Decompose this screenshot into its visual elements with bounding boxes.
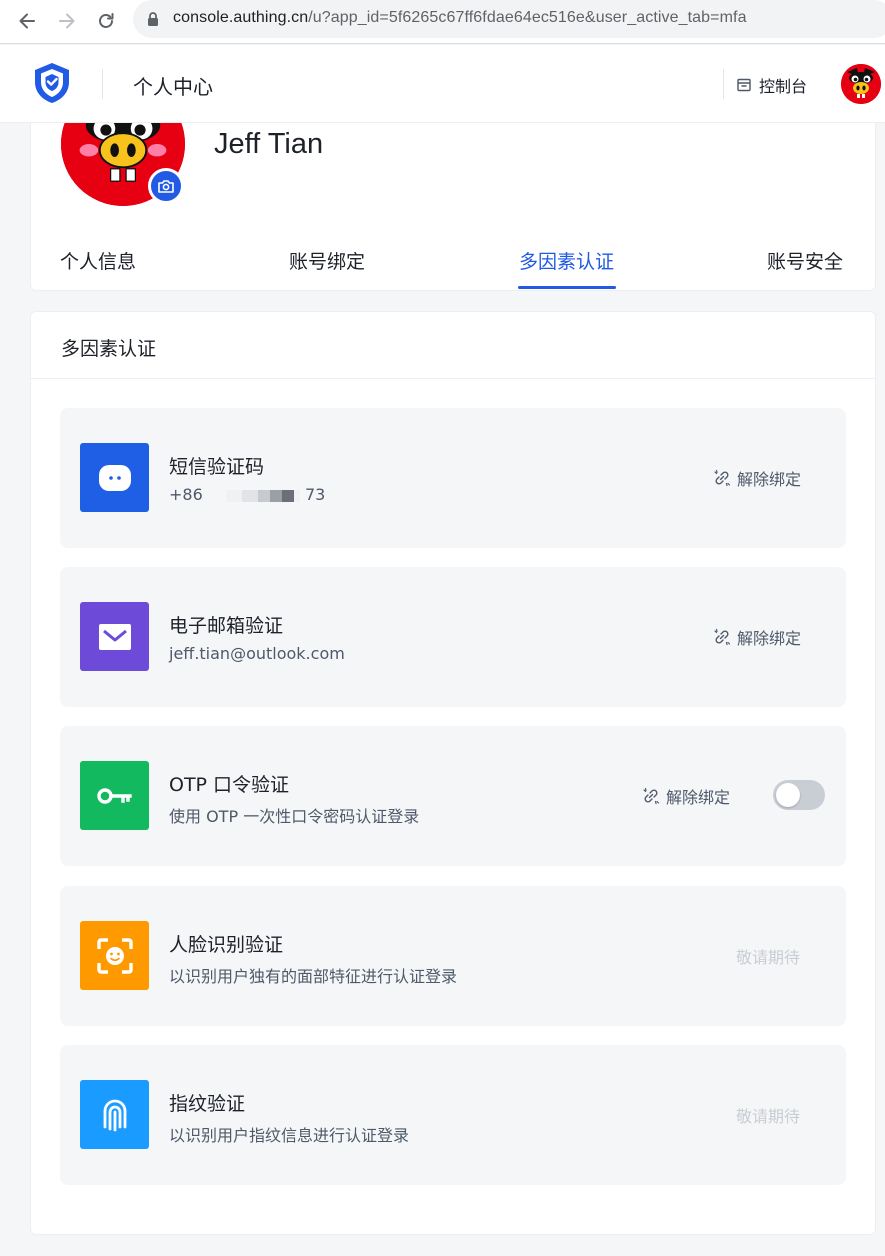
method-title: 人脸识别验证 [169, 934, 284, 956]
url-path: /u?app_id=5f6265c67ff6fdae64ec516e&user_… [308, 9, 747, 26]
masked-digits [225, 489, 242, 502]
console-icon [737, 78, 751, 92]
panel-divider [31, 378, 875, 379]
unbind-label: 解除绑定 [666, 788, 731, 807]
forward-button[interactable] [54, 8, 80, 34]
reload-icon [99, 13, 114, 28]
page-title: 个人中心 [133, 75, 213, 99]
method-title: 指纹验证 [169, 1093, 246, 1115]
masked-digits [293, 489, 300, 502]
method-desc: 以识别用户独有的面部特征进行认证登录 [169, 967, 458, 986]
tab-mfa[interactable]: 多因素认证 [519, 247, 614, 274]
user-name: Jeff Tian [214, 128, 324, 160]
method-desc: 使用 OTP 一次性口令密码认证登录 [169, 807, 420, 826]
coming-soon-label: 敬请期待 [736, 1107, 801, 1126]
header-divider [102, 69, 103, 99]
method-title: 电子邮箱验证 [169, 615, 284, 637]
phone-suffix: 73 [304, 485, 326, 504]
lock-icon [146, 11, 160, 31]
masked-digits [241, 489, 258, 502]
arrow-left-icon [19, 13, 35, 29]
method-title: OTP 口令验证 [169, 774, 290, 796]
unbind-button[interactable]: 解除绑定 [642, 784, 730, 808]
url-text: console.authing.cn/u?app_id=5f6265c67ff6… [173, 9, 747, 27]
user-avatar[interactable] [841, 64, 881, 104]
panel-title: 多因素认证 [61, 338, 157, 360]
mfa-method-email: 电子邮箱验证 jeff.tian@outlook.com 解除绑定 [60, 567, 846, 707]
unlink-icon [714, 628, 731, 646]
pig-avatar-icon [841, 64, 881, 104]
tab-personal-info[interactable]: 个人信息 [60, 247, 136, 274]
app-header: 个人中心 控制台 [0, 45, 885, 123]
url-domain: console.authing.cn [173, 9, 309, 26]
back-button[interactable] [14, 8, 40, 34]
browser-toolbar: console.authing.cn/u?app_id=5f6265c67ff6… [0, 0, 885, 44]
fingerprint-icon [80, 1080, 149, 1149]
phone-prefix: +86 [169, 485, 203, 504]
unbind-button[interactable]: 解除绑定 [713, 466, 801, 490]
masked-digits [269, 489, 282, 502]
change-avatar-button[interactable] [148, 168, 184, 204]
coming-soon-label: 敬请期待 [736, 948, 801, 967]
tab-account-binding[interactable]: 账号绑定 [289, 247, 365, 274]
mfa-method-sms: 短信验证码 +86 73 解除绑定 [60, 408, 846, 548]
tab-account-security[interactable]: 账号安全 [767, 247, 843, 274]
unbind-button[interactable]: 解除绑定 [713, 625, 801, 649]
arrow-right-icon [59, 13, 75, 29]
method-title: 短信验证码 [169, 456, 265, 478]
otp-toggle[interactable] [773, 780, 825, 810]
method-desc: jeff.tian@outlook.com [169, 644, 345, 663]
masked-digits [281, 489, 294, 502]
console-link[interactable]: 控制台 [737, 73, 807, 97]
mail-icon [80, 602, 149, 671]
console-label: 控制台 [759, 77, 808, 96]
active-tab-indicator [518, 286, 616, 289]
mfa-method-otp: OTP 口令验证 使用 OTP 一次性口令密码认证登录 解除绑定 [60, 726, 846, 866]
key-icon [80, 761, 149, 830]
unlink-icon [643, 787, 660, 805]
method-desc: +86 73 [169, 485, 325, 504]
face-scan-icon [80, 921, 149, 990]
method-desc: 以识别用户指纹信息进行认证登录 [169, 1126, 410, 1145]
masked-digits [257, 489, 270, 502]
unlink-icon [714, 469, 731, 487]
mfa-method-face: 人脸识别验证 以识别用户独有的面部特征进行认证登录 敬请期待 [60, 886, 846, 1026]
unbind-label: 解除绑定 [737, 629, 802, 648]
unbind-label: 解除绑定 [737, 470, 802, 489]
chat-icon [80, 443, 149, 512]
reload-button[interactable] [93, 8, 119, 34]
camera-icon [158, 180, 174, 193]
mfa-method-fingerprint: 指纹验证 以识别用户指纹信息进行认证登录 敬请期待 [60, 1045, 846, 1185]
toggle-knob [776, 783, 800, 807]
authing-logo[interactable] [32, 61, 72, 109]
header-divider-right [723, 69, 724, 99]
shield-logo-icon [35, 63, 69, 103]
